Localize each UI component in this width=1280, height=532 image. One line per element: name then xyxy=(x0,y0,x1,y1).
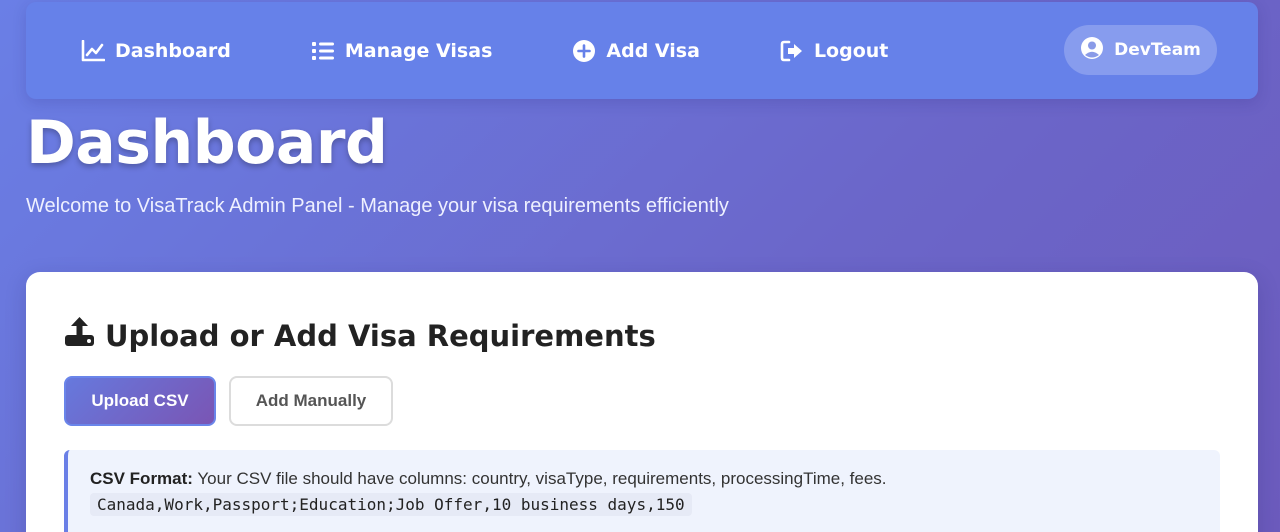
upload-csv-button[interactable]: Upload CSV xyxy=(64,376,216,426)
list-icon xyxy=(311,41,335,61)
csv-example: Canada,Work,Passport;Education;Job Offer… xyxy=(90,493,692,516)
plus-circle-icon xyxy=(572,39,596,63)
page-title: Dashboard xyxy=(26,108,388,178)
nav-item-dashboard[interactable]: Dashboard xyxy=(81,39,231,62)
upload-card: Upload or Add Visa Requirements Upload C… xyxy=(26,272,1258,532)
upload-card-title: Upload or Add Visa Requirements xyxy=(64,316,656,355)
nav-item-logout[interactable]: Logout xyxy=(780,40,888,62)
csv-format-description: CSV Format: Your CSV file should have co… xyxy=(90,469,1220,489)
user-name: DevTeam xyxy=(1114,40,1201,60)
nav-label-logout: Logout xyxy=(813,39,889,62)
upload-icon xyxy=(64,316,95,355)
nav-label-add-visa: Add Visa xyxy=(606,39,700,62)
csv-format-info: CSV Format: Your CSV file should have co… xyxy=(64,450,1220,532)
chart-line-icon xyxy=(81,39,105,62)
upload-card-heading: Upload or Add Visa Requirements xyxy=(105,318,656,353)
user-circle-icon xyxy=(1080,36,1104,65)
sign-out-icon xyxy=(780,40,804,62)
top-navbar: Dashboard Manage Visas Add Visa Logout D… xyxy=(26,2,1258,99)
nav-label-manage-visas: Manage Visas xyxy=(344,39,493,62)
add-manually-button[interactable]: Add Manually xyxy=(229,376,393,426)
nav-item-add-visa[interactable]: Add Visa xyxy=(572,39,700,63)
nav-item-manage-visas[interactable]: Manage Visas xyxy=(311,39,493,62)
csv-format-text: Your CSV file should have columns: count… xyxy=(197,469,887,488)
user-menu-button[interactable]: DevTeam xyxy=(1064,25,1217,75)
page-subtitle: Welcome to VisaTrack Admin Panel - Manag… xyxy=(26,195,729,217)
nav-label-dashboard: Dashboard xyxy=(115,39,231,62)
csv-format-label: CSV Format: xyxy=(90,469,193,488)
